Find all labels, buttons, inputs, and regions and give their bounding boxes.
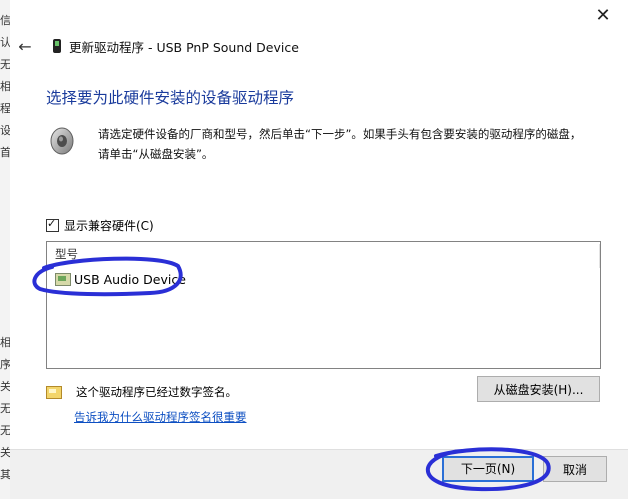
compatible-hardware-checkbox[interactable] [46,217,59,232]
background-fragment: 无 [0,58,10,71]
certificate-icon [46,385,62,399]
background-fragment: 序 [0,358,10,371]
signature-text: 这个驱动程序已经过数字签名。 [76,385,237,399]
update-driver-dialog: ✕ ← 更新驱动程序 - USB PnP Sound Device 选择要为此硬… [10,0,628,499]
background-fragment: 关 [0,380,10,393]
close-button[interactable]: ✕ [592,5,614,27]
screen: 信 认 无 相 程 设 首 相 序 关 无 无 关 其 ✕ ← 更新驱动程序 -… [0,0,628,499]
background-fragment: 信 [0,14,10,27]
instructions-line: 请单击“从磁盘安装”。 [98,147,214,161]
dialog-footer [10,449,628,499]
background-fragment: 相 [0,336,10,349]
background-fragment: 相 [0,80,10,93]
background-fragment: 首 [0,146,10,159]
background-fragment: 认 [0,36,10,49]
show-compatible-hardware[interactable]: 显示兼容硬件(C) [46,217,154,234]
list-item-label: USB Audio Device [74,271,186,287]
background-fragment: 关 [0,446,10,459]
background-fragment: 无 [0,402,10,415]
speaker-icon [50,127,74,155]
compatible-hardware-label: 显示兼容硬件(C) [64,219,154,233]
device-icon [53,39,61,53]
signature-status: 这个驱动程序已经过数字签名。 [46,384,237,400]
next-button[interactable]: 下一页(N) [442,456,534,482]
instructions-line: 请选定硬件设备的厂商和型号，然后单击“下一步”。如果手头有包含要安装的驱动程序的… [98,127,582,141]
back-arrow-icon[interactable]: ← [13,37,37,56]
model-column-header[interactable]: 型号 [55,246,78,262]
cancel-button[interactable]: 取消 [543,456,607,482]
list-item[interactable]: USB Audio Device [55,269,186,289]
instructions-text: 请选定硬件设备的厂商和型号，然后单击“下一步”。如果手头有包含要安装的驱动程序的… [98,124,618,164]
page-heading: 选择要为此硬件安装的设备驱动程序 [46,89,295,107]
background-fragment: 设 [0,124,10,137]
signature-info-link[interactable]: 告诉我为什么驱动程序签名很重要 [74,409,247,425]
background-fragment: 程 [0,102,10,115]
wizard-titlebar: ← 更新驱动程序 - USB PnP Sound Device [10,34,570,58]
have-disk-button[interactable]: 从磁盘安装(H)... [477,376,600,402]
driver-icon [55,272,71,286]
background-fragment: 无 [0,424,10,437]
model-listbox[interactable]: 型号 USB Audio Device [46,241,601,369]
header-divider [599,244,600,268]
background-fragment: 其 [0,468,10,481]
window-title: 更新驱动程序 - USB PnP Sound Device [69,39,299,55]
